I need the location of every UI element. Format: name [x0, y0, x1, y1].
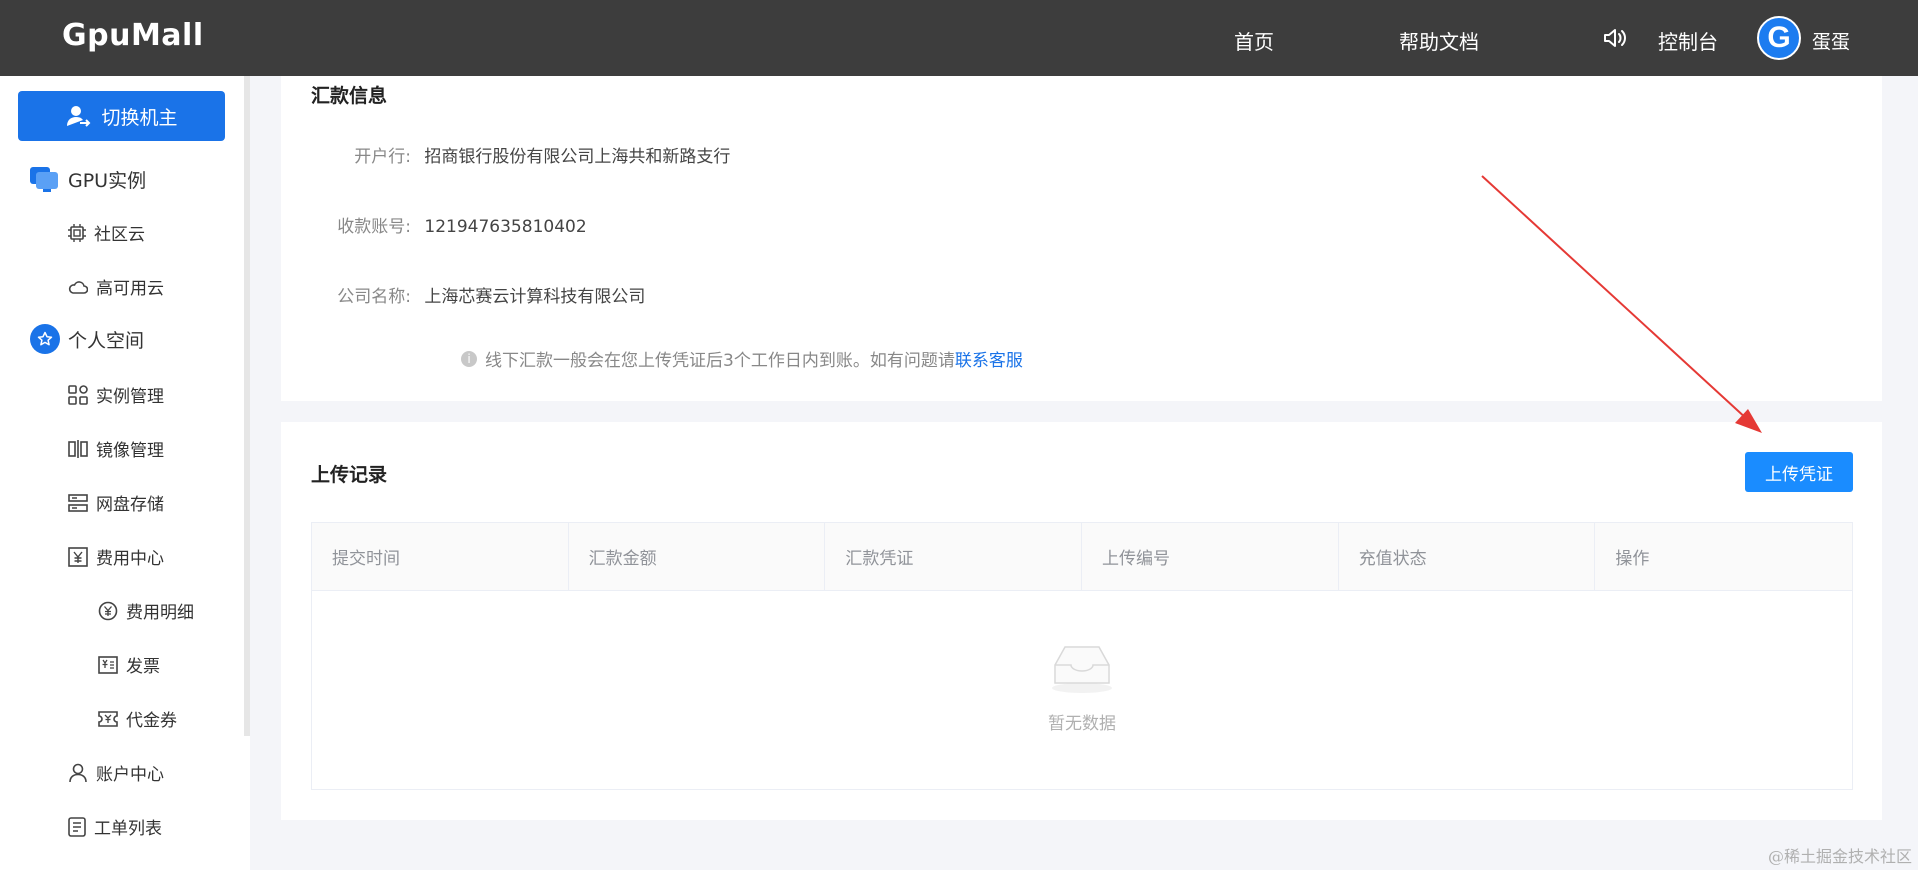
list-doc-icon: [68, 816, 86, 837]
sidebar-item-label: 实例管理: [96, 387, 164, 407]
sidebar-scrollbar[interactable]: [244, 76, 250, 736]
sidebar-item-disk-storage[interactable]: 网盘存储: [68, 490, 164, 515]
logo[interactable]: GpuMall: [62, 18, 204, 53]
speaker-icon[interactable]: [1602, 26, 1628, 50]
notice: i 线下汇款一般会在您上传凭证后3个工作日内到账。如有问题请 联系客服: [461, 346, 1023, 371]
chip-icon: [68, 223, 86, 242]
column-header[interactable]: 上传编号: [1082, 523, 1339, 591]
account-value: 121947635810402: [424, 217, 587, 237]
upload-records-card: 上传记录 上传凭证 提交时间 汇款金额 汇款凭证 上传编号 充值状态 操作 暂无…: [281, 422, 1882, 820]
sidebar-item-label: 工单列表: [94, 819, 162, 839]
avatar[interactable]: G: [1757, 16, 1801, 60]
nav-docs-link[interactable]: 帮助文档: [1399, 26, 1479, 55]
sidebar-item-label: 社区云: [94, 225, 145, 245]
bank-value: 招商银行股份有限公司上海共和新路支行: [424, 147, 731, 167]
ticket-icon: [98, 710, 118, 728]
grid-icon: [68, 384, 88, 405]
column-header[interactable]: 充值状态: [1338, 523, 1596, 591]
records-table: 提交时间 汇款金额 汇款凭证 上传编号 充值状态 操作 暂无数据: [311, 522, 1853, 790]
account-label: 收款账号:: [337, 217, 411, 237]
contact-support-link[interactable]: 联系客服: [955, 346, 1023, 371]
sidebar-item-personal-space[interactable]: 个人空间: [30, 324, 144, 354]
sidebar-item-label: 高可用云: [96, 279, 164, 299]
company-row: 公司名称: 上海芯赛云计算科技有限公司: [281, 282, 645, 307]
empty-inbox-icon: [1052, 646, 1112, 693]
sidebar-item-ha-cloud[interactable]: 高可用云: [68, 274, 164, 299]
sidebar-item-ticket-list[interactable]: 工单列表: [68, 814, 162, 839]
remittance-info-card: 汇款信息 开户行: 招商银行股份有限公司上海共和新路支行 收款账号: 12194…: [281, 76, 1882, 401]
sidebar-item-community-cloud[interactable]: 社区云: [68, 220, 145, 245]
sidebar: 切换机主 GPU实例 社区云 高可用云 个人空间 实例管理 镜像管理 网盘存储 …: [0, 76, 250, 870]
company-value: 上海芯赛云计算科技有限公司: [424, 287, 646, 307]
username[interactable]: 蛋蛋: [1812, 27, 1850, 54]
switch-owner-label: 切换机主: [101, 106, 178, 129]
sidebar-item-label: 个人空间: [68, 329, 145, 352]
upload-voucher-button[interactable]: 上传凭证: [1745, 452, 1853, 492]
nav-home-link[interactable]: 首页: [1234, 26, 1274, 55]
mirror-icon: [68, 439, 88, 459]
remittance-title: 汇款信息: [311, 85, 388, 107]
invoice-icon: [98, 655, 118, 674]
bank-label: 开户行:: [354, 147, 411, 167]
yen-circle-icon: [98, 601, 118, 621]
sidebar-item-invoice[interactable]: 发票: [98, 652, 160, 677]
sidebar-item-label: 费用明细: [126, 603, 194, 623]
sidebar-item-label: 代金券: [126, 711, 177, 731]
sidebar-item-label: 镜像管理: [96, 441, 164, 461]
server-icon: [68, 493, 88, 513]
account-row: 收款账号: 121947635810402: [281, 212, 587, 237]
sidebar-item-account-center[interactable]: 账户中心: [68, 760, 164, 785]
sidebar-item-gpu-instances[interactable]: GPU实例: [28, 164, 146, 194]
empty-state: 暂无数据: [312, 591, 1852, 789]
table-header: 提交时间 汇款金额 汇款凭证 上传编号 充值状态 操作: [312, 523, 1853, 591]
sidebar-item-label: 网盘存储: [96, 495, 164, 515]
records-title: 上传记录: [311, 464, 388, 486]
column-header[interactable]: 汇款金额: [568, 523, 826, 591]
sidebar-item-label: 账户中心: [96, 765, 164, 785]
notice-text: 线下汇款一般会在您上传凭证后3个工作日内到账。如有问题请: [485, 351, 955, 371]
sidebar-item-label: 发票: [126, 657, 160, 677]
sidebar-item-billing-details[interactable]: 费用明细: [98, 598, 194, 623]
company-label: 公司名称:: [337, 287, 411, 307]
yen-receipt-icon: [68, 546, 88, 567]
bank-row: 开户行: 招商银行股份有限公司上海共和新路支行: [281, 142, 730, 167]
sidebar-item-billing-center[interactable]: 费用中心: [68, 544, 164, 569]
user-icon: [68, 763, 88, 783]
sidebar-item-voucher[interactable]: 代金券: [98, 706, 177, 731]
watermark: @稀土掘金技术社区: [1767, 847, 1912, 866]
column-header[interactable]: 汇款凭证: [825, 523, 1083, 591]
monitor-icon: [28, 164, 60, 194]
switch-owner-button[interactable]: 切换机主: [18, 91, 225, 141]
sidebar-item-label: 费用中心: [96, 549, 164, 569]
sidebar-item-image-mgmt[interactable]: 镜像管理: [68, 436, 164, 461]
user-switch-icon: [67, 106, 91, 127]
nav-console-link[interactable]: 控制台: [1658, 26, 1718, 55]
column-header[interactable]: 提交时间: [312, 523, 569, 591]
top-navbar: GpuMall 首页 帮助文档 控制台 G 蛋蛋: [0, 0, 1918, 76]
sidebar-item-instance-mgmt[interactable]: 实例管理: [68, 382, 164, 407]
empty-text: 暂无数据: [1048, 714, 1116, 734]
star-icon: [30, 324, 60, 354]
cloud-icon: [68, 279, 88, 295]
info-icon: i: [461, 350, 477, 367]
sidebar-item-label: GPU实例: [68, 169, 147, 192]
column-header[interactable]: 操作: [1595, 523, 1853, 591]
